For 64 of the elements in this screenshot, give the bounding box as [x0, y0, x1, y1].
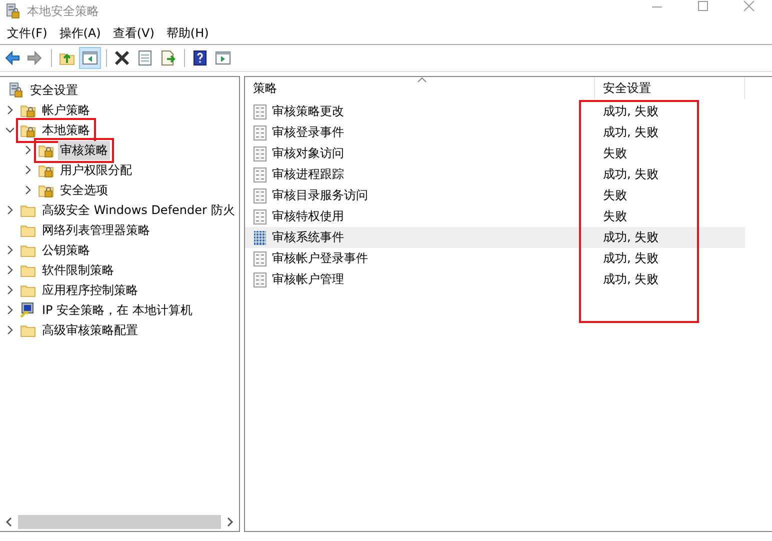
expand-chevron-icon[interactable]: [24, 146, 32, 154]
expand-chevron-icon[interactable]: [6, 326, 14, 334]
policy-icon: [252, 124, 268, 140]
tree-item[interactable]: 安全选项: [58, 180, 110, 200]
lock-folder-icon: [8, 82, 24, 98]
window-title: 本地安全策略: [27, 2, 99, 20]
security-setting: 失败: [602, 208, 627, 225]
expand-chevron-icon[interactable]: [6, 106, 14, 114]
policy-icon: [252, 188, 268, 204]
tree-item[interactable]: 本地策略: [40, 120, 92, 140]
tree-item[interactable]: IP 安全策略，在 本地计算机: [40, 300, 194, 320]
tree-item[interactable]: 帐户策略: [40, 100, 92, 120]
selected-row[interactable]: 审核系统事件 成功, 失败: [245, 227, 745, 248]
security-setting: 成功, 失败: [602, 166, 659, 183]
security-setting: 失败: [602, 145, 627, 162]
security-setting: 成功, 失败: [602, 124, 659, 141]
expand-chevron-icon[interactable]: [6, 246, 14, 254]
collapse-chevron-icon[interactable]: [6, 126, 14, 134]
policy-icon: [252, 250, 268, 266]
tree-item[interactable]: 公钥策略: [40, 240, 92, 260]
policy-name[interactable]: 审核系统事件: [272, 229, 344, 246]
menu-item[interactable]: 文件(F): [2, 24, 54, 42]
expand-chevron-icon[interactable]: [24, 186, 32, 194]
forward-arrow-icon: [27, 50, 43, 66]
menu-item[interactable]: 操作(A): [54, 24, 108, 42]
security-setting: 成功, 失败: [602, 271, 659, 288]
tree-item[interactable]: 网络列表管理器策略: [40, 220, 152, 240]
expand-chevron-icon[interactable]: [6, 266, 14, 274]
policy-name[interactable]: 审核目录服务访问: [272, 187, 368, 204]
policy-icon: [252, 146, 268, 162]
menu-item[interactable]: 帮助(H): [161, 24, 216, 42]
policy-name[interactable]: 审核进程跟踪: [272, 166, 344, 183]
policy-icon: [252, 104, 268, 120]
expand-chevron-icon[interactable]: [6, 306, 14, 314]
policy-name[interactable]: 审核对象访问: [272, 145, 344, 162]
expand-chevron-icon[interactable]: [24, 166, 32, 174]
policy-icon: [252, 166, 268, 182]
tree-item[interactable]: 用户权限分配: [58, 160, 134, 180]
policy-icon: [252, 208, 268, 224]
security-setting: 成功, 失败: [602, 229, 659, 246]
tree-item[interactable]: 安全设置: [28, 80, 80, 100]
menu-item[interactable]: 查看(V): [108, 24, 162, 42]
policy-name[interactable]: 审核登录事件: [272, 124, 344, 141]
tree-item[interactable]: 审核策略: [58, 140, 110, 160]
security-setting: 成功, 失败: [602, 250, 659, 267]
security-setting: 成功, 失败: [602, 103, 659, 120]
tree-item[interactable]: 高级审核策略配置: [40, 320, 140, 340]
column-header[interactable]: 策略: [245, 77, 595, 99]
app-icon: [5, 3, 21, 19]
scrollbar-thumb[interactable]: [18, 515, 221, 529]
tree-item[interactable]: 应用程序控制策略: [40, 280, 140, 300]
tree-item[interactable]: 软件限制策略: [40, 260, 116, 280]
tree-item[interactable]: 高级安全 Windows Defender 防火: [40, 200, 237, 220]
computer-icon: [20, 302, 36, 318]
expand-chevron-icon[interactable]: [6, 206, 14, 214]
column-header[interactable]: 安全设置: [595, 77, 745, 99]
expand-chevron-icon[interactable]: [6, 286, 14, 294]
policy-icon: [252, 230, 268, 246]
policy-name[interactable]: 审核特权使用: [272, 208, 344, 225]
policy-name[interactable]: 审核帐户登录事件: [272, 250, 368, 267]
policy-name[interactable]: 审核策略更改: [272, 103, 344, 120]
security-setting: 失败: [602, 187, 627, 204]
policy-name[interactable]: 审核帐户管理: [272, 271, 344, 288]
policy-icon: [252, 272, 268, 288]
